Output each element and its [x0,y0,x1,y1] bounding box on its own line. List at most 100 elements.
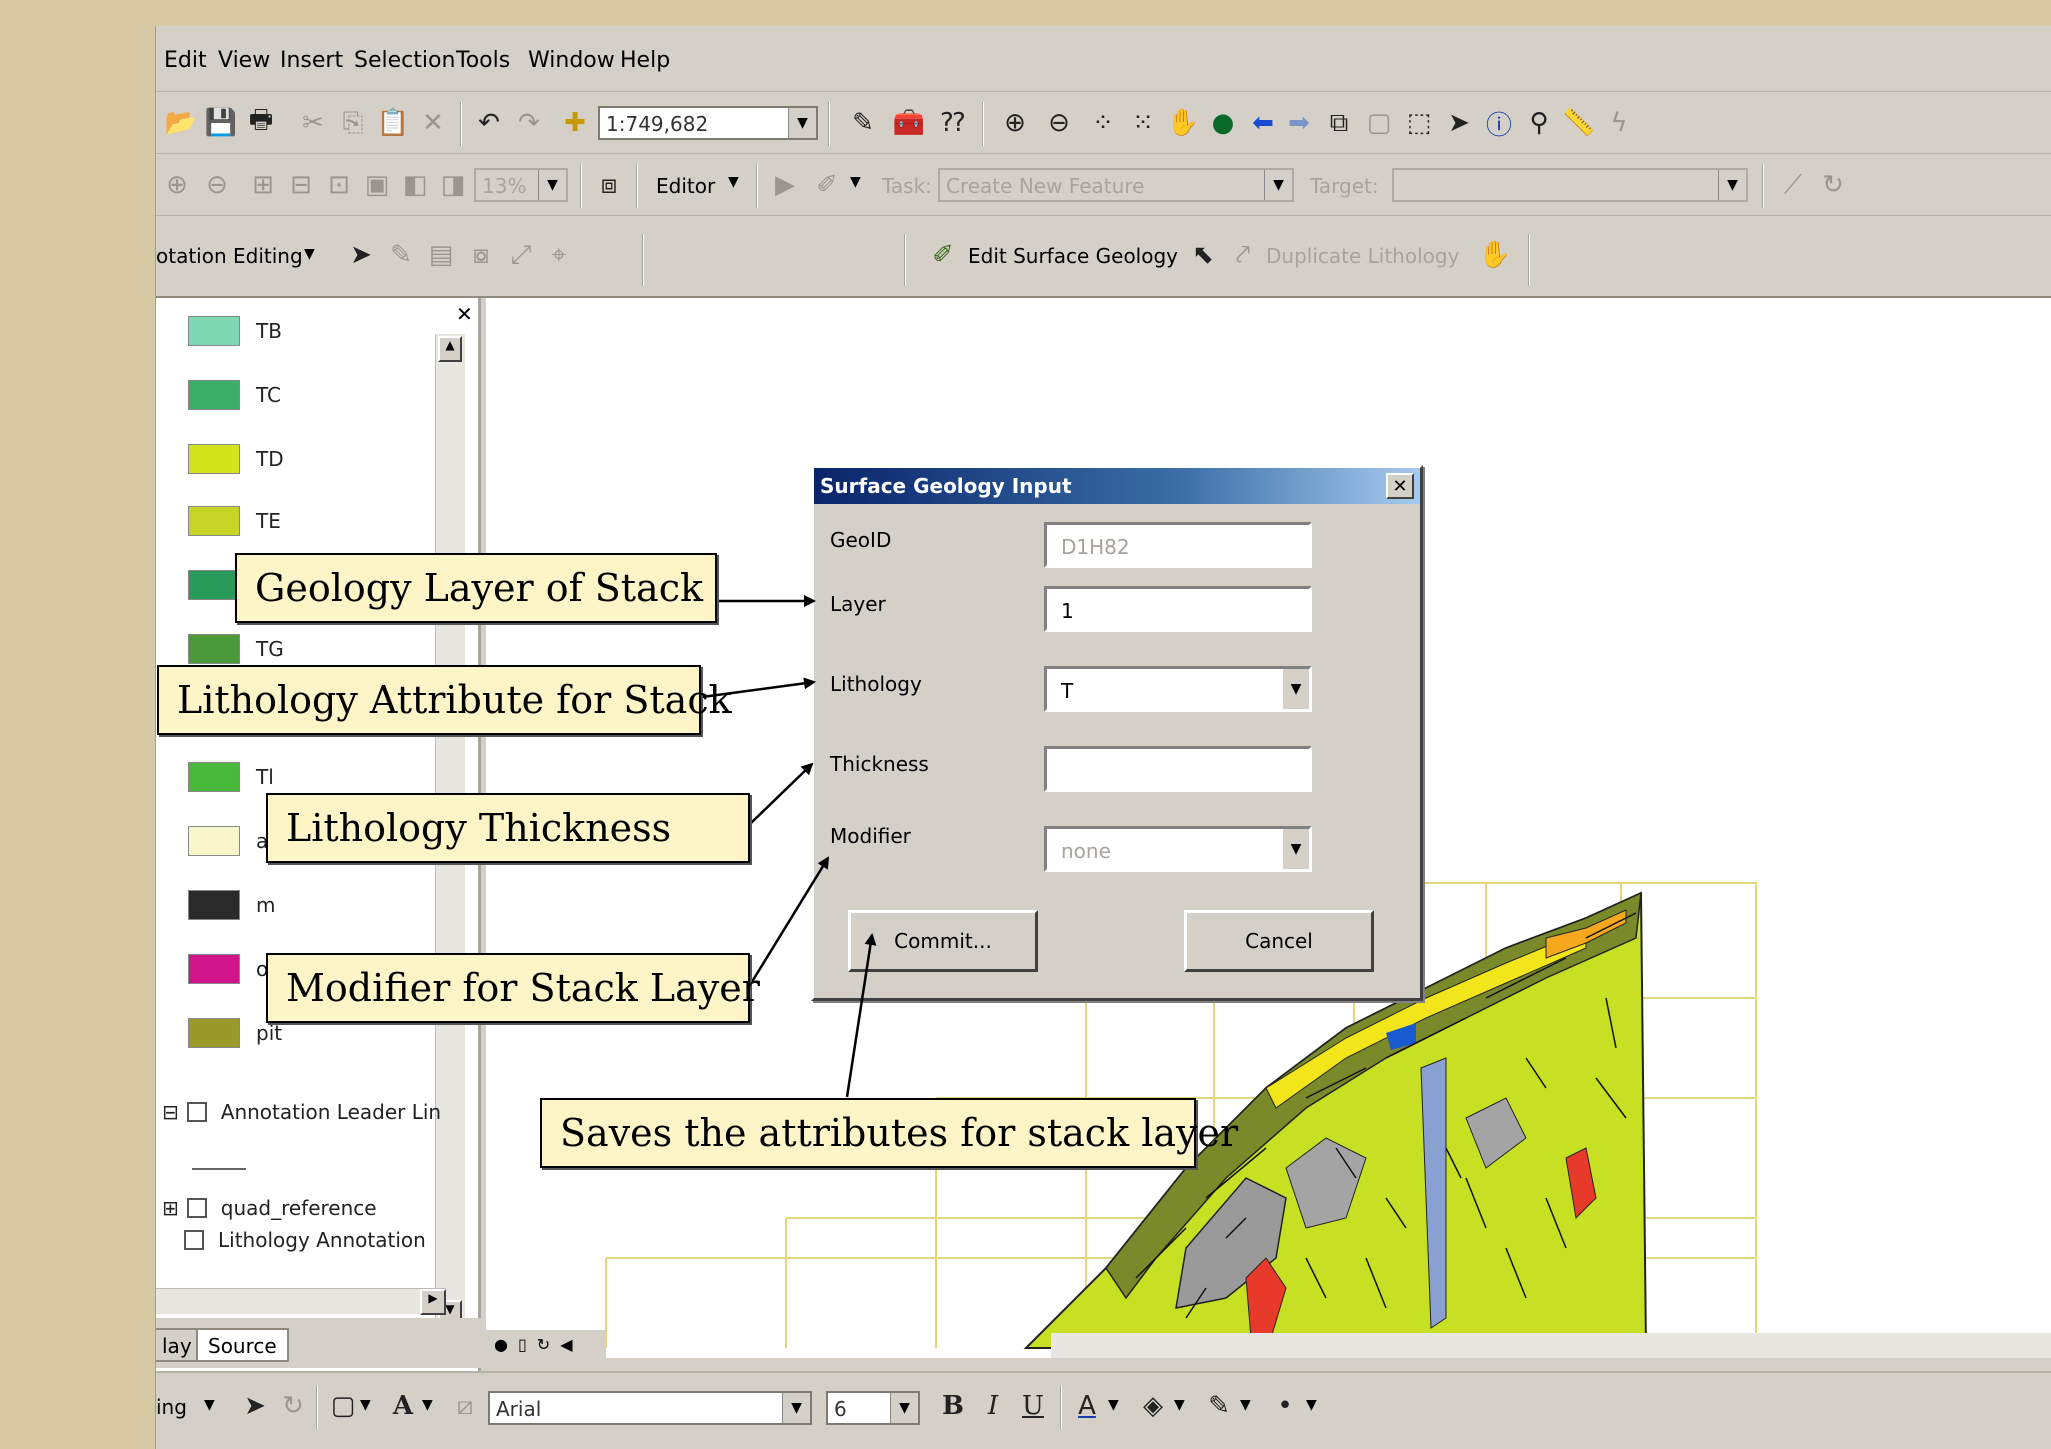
legend-swatch[interactable] [188,1018,240,1048]
font-combo[interactable]: Arial ▼ [488,1391,812,1425]
fixed-zoom-out-icon[interactable]: ⁙ [1126,106,1160,140]
layout-zoom-in-icon[interactable]: ⊕ [160,168,194,202]
duplicate-lithology-button[interactable]: Duplicate Lithology [1266,244,1459,268]
line-color-icon[interactable]: ✎ [1202,1389,1236,1423]
annotation-editing-menu[interactable]: otation Editing [156,244,303,268]
zoom-100-icon[interactable]: ▣ [360,168,394,202]
legend-swatch[interactable] [188,634,240,664]
legend-swatch[interactable] [188,954,240,984]
layer-quad-reference[interactable]: ⊞ quad_reference [162,1196,377,1220]
layer-checkbox[interactable] [186,1198,207,1218]
find-icon[interactable]: ⚲ [1522,106,1556,140]
menu-tools[interactable]: Tools [456,48,510,73]
fill-color-icon[interactable]: ◈ [1136,1389,1170,1423]
layout-fixed-out-icon[interactable]: ⊟ [284,168,318,202]
drawing-menu[interactable]: ing [156,1395,187,1419]
chevron-down-icon[interactable]: ▼ [788,108,816,138]
select-stack-icon[interactable]: ⬉ [1186,238,1220,272]
modifier-select[interactable]: none ▼ [1044,826,1312,872]
scroll-up-icon[interactable]: ▲ [438,336,462,362]
toc-hscrollbar[interactable]: ▶ [156,1288,446,1315]
add-data-icon[interactable]: ✚ [558,106,592,140]
paste-icon[interactable]: 📋 [376,106,410,140]
annotation-window-icon[interactable]: ▤ [424,238,458,272]
legend-swatch[interactable] [188,380,240,410]
layer-field[interactable]: 1 [1044,586,1312,632]
hyperlink-icon[interactable]: ϟ [1602,106,1636,140]
edit-vertices-icon[interactable]: ⧄ [448,1389,482,1423]
legend-swatch[interactable] [188,444,240,474]
chevron-down-icon[interactable]: ▼ [1108,1397,1119,1413]
menu-view[interactable]: View [218,48,270,73]
zoom-in-icon[interactable]: ⊕ [998,106,1032,140]
edit-annotation-icon[interactable]: ➤ [344,238,378,272]
chevron-down-icon[interactable]: ▼ [728,174,739,190]
target-combo[interactable]: ▼ [1392,168,1748,202]
font-size-combo[interactable]: 6 ▼ [826,1391,920,1425]
split-tool-icon[interactable]: ⟋ [1776,168,1810,202]
edit-surface-geology-icon[interactable]: ✐ [926,238,960,272]
save-icon[interactable]: 💾 [204,106,238,140]
chevron-down-icon[interactable]: ▼ [1306,1397,1317,1413]
menu-insert[interactable]: Insert [280,48,343,73]
pan-hand-icon[interactable]: ✋ [1478,238,1512,272]
zoom-whole-page-icon[interactable]: ⊡ [322,168,356,202]
identify-icon[interactable]: ⓘ [1482,106,1516,141]
layer-checkbox[interactable] [186,1102,207,1122]
leader-icon[interactable]: ⤢ [504,238,538,272]
full-extent-icon[interactable]: ● [1206,106,1240,140]
layer-checkbox[interactable] [184,1230,204,1250]
legend-swatch[interactable] [188,762,240,792]
bold-icon[interactable]: B [936,1389,970,1423]
scale-combo[interactable]: 1:749,682 ▼ [598,106,818,140]
print-icon[interactable]: 🖶 [244,105,278,140]
zoom-percent-combo[interactable]: 13% ▼ [474,168,568,202]
follow-feature-icon[interactable]: ⌖ [542,238,576,272]
chevron-down-icon[interactable]: ▼ [538,170,566,200]
chevron-down-icon[interactable]: ▼ [782,1393,810,1423]
duplicate-lithology-icon[interactable]: ⤤ [1226,238,1260,272]
editor-menu[interactable]: Editor [656,174,715,198]
chevron-down-icon[interactable]: ▼ [304,246,315,262]
forward-page-icon[interactable]: ◨ [436,168,470,202]
underline-icon[interactable]: U [1016,1389,1050,1423]
sketch-annotation-icon[interactable]: ✎ [384,238,418,272]
clear-selection-icon[interactable]: ▢ [1362,106,1396,140]
layout-view-icon[interactable]: ▯ [518,1335,527,1354]
pan-icon[interactable]: ✋ [1166,106,1200,140]
chevron-down-icon[interactable]: ▼ [360,1397,371,1413]
menu-selection[interactable]: Selection [354,48,455,73]
close-icon[interactable]: ✕ [456,302,473,326]
undo-icon[interactable]: ↶ [472,106,506,140]
lithology-select[interactable]: T ▼ [1044,666,1312,712]
legend-swatch[interactable] [188,890,240,920]
measure-icon[interactable]: 📏 [1562,106,1596,140]
copy-icon[interactable]: ⎘ [336,106,370,140]
select-features-icon[interactable]: ⧉ [1322,106,1356,140]
arctoolbox-icon[interactable]: 🧰 [892,106,926,140]
chevron-down-icon[interactable]: ▼ [1718,170,1746,200]
sketch-tool-icon[interactable]: ✐ [810,168,844,202]
delete-icon[interactable]: ✕ [416,106,450,140]
layout-zoom-out-icon[interactable]: ⊖ [200,168,234,202]
commit-button[interactable]: Commit... [848,910,1038,972]
back-extent-icon[interactable]: ⬅ [1246,106,1280,140]
scroll-left-icon[interactable]: ◀ [560,1335,572,1354]
layout-fixed-in-icon[interactable]: ⊞ [246,168,280,202]
menu-help[interactable]: Help [620,48,670,73]
font-color-icon[interactable]: A [1070,1389,1104,1423]
menu-window[interactable]: Window [528,48,615,73]
scroll-right-icon[interactable]: ▶ [420,1289,446,1315]
rectangle-icon[interactable]: ▢ [326,1389,360,1423]
refresh-icon[interactable]: ↻ [537,1335,550,1354]
thickness-field[interactable] [1044,746,1312,792]
cancel-button[interactable]: Cancel [1184,910,1374,972]
editor-toolbar-icon[interactable]: ✎ [846,106,880,140]
rotate-icon[interactable]: ↻ [276,1389,310,1423]
dialog-titlebar[interactable]: Surface Geology Input ✕ [814,468,1420,504]
chevron-down-icon[interactable]: ▼ [1240,1397,1251,1413]
chevron-down-icon[interactable]: ▼ [1264,170,1292,200]
close-icon[interactable]: ✕ [1386,473,1414,499]
select-elements-icon[interactable]: ➤ [238,1389,272,1423]
pointer-icon[interactable]: ➤ [1442,106,1476,140]
